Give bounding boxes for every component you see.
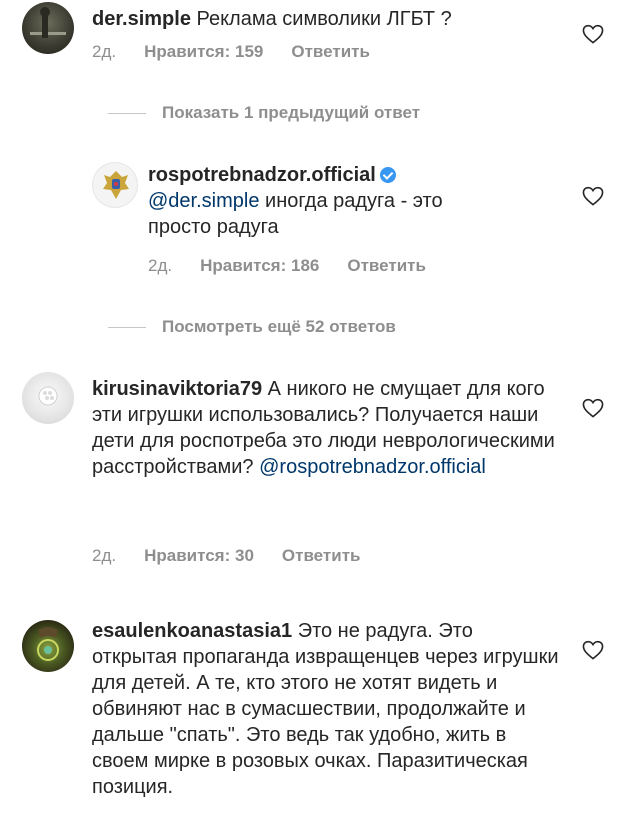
separator-line [108,112,146,114]
separator-line [108,326,146,328]
comment-meta: 2д. Нравится: 30 Ответить [92,546,388,566]
comment-text: Реклама символики ЛГБТ ? [196,8,452,30]
comment-username[interactable]: rospotrebnadzor.official [148,164,376,186]
show-previous-label[interactable]: Показать 1 предыдущий ответ [162,103,420,123]
comment-username[interactable]: esaulenkoanastasia1 [92,620,292,642]
heart-outline-icon[interactable] [582,398,604,418]
comment-time: 2д. [92,42,117,61]
reply-button[interactable]: Ответить [347,256,426,276]
show-previous-replies[interactable]: Показать 1 предыдущий ответ [108,103,420,123]
likes-count[interactable]: Нравится: 159 [144,42,263,62]
heart-outline-icon[interactable] [582,640,604,660]
comment-time: 2д. [148,256,173,275]
comment-meta: 2д. Нравится: 159 Ответить [92,42,398,62]
mention-link[interactable]: @der.simple [148,190,259,212]
heart-outline-icon[interactable] [582,186,604,206]
mention-link[interactable]: @rospotrebnadzor.official [259,456,486,478]
heart-outline-icon[interactable] [582,24,604,44]
likes-count[interactable]: Нравится: 186 [200,256,319,276]
view-more-label[interactable]: Посмотреть ещё 52 ответов [162,317,396,337]
view-more-replies[interactable]: Посмотреть ещё 52 ответов [108,317,396,337]
comment-username[interactable]: kirusinaviktoria79 [92,378,262,400]
avatar-kirusinaviktoria79[interactable] [22,372,74,424]
comment-text: Это не радуга. Это открытая пропаганда и… [92,620,559,798]
reply-button[interactable]: Ответить [282,546,361,566]
comment-time: 2д. [92,546,117,565]
likes-count[interactable]: Нравится: 30 [144,546,254,566]
avatar-esaulenkoanastasia1[interactable] [22,620,74,672]
avatar-rospotrebnadzor[interactable] [92,162,138,208]
comment-username[interactable]: der.simple [92,8,191,30]
verified-badge-icon [379,167,396,183]
comment-meta: 2д. Нравится: 186 Ответить [148,256,454,276]
avatar-der-simple[interactable] [22,2,74,54]
reply-button[interactable]: Ответить [291,42,370,62]
